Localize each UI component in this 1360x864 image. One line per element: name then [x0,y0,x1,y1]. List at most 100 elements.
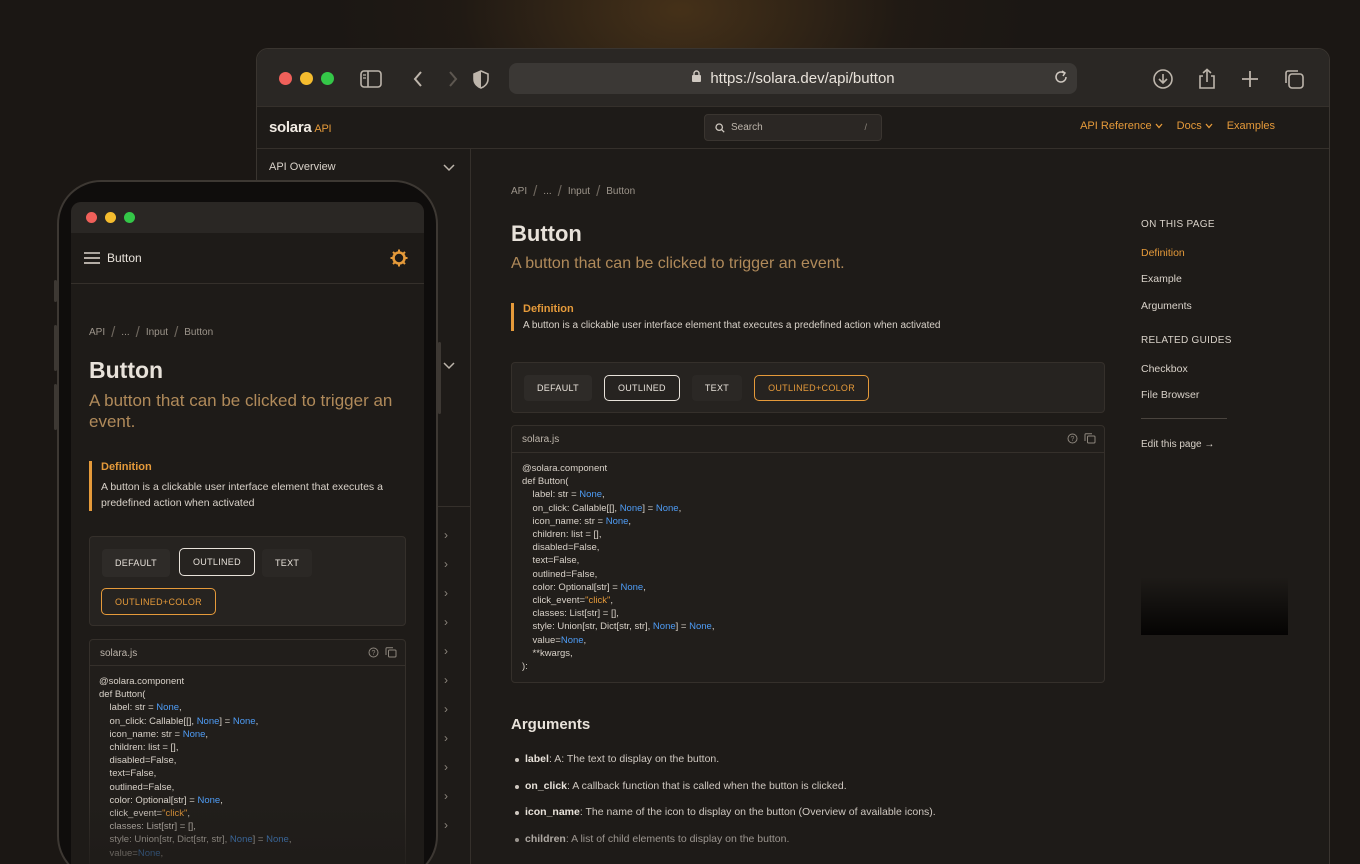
help-icon[interactable]: ? [368,647,379,661]
chevron-right-icon[interactable]: › [444,760,448,774]
outlined-button[interactable]: OUTLINED [179,548,255,576]
bullet [515,811,519,815]
list-item: on_click: A callback function that is ca… [515,780,1075,807]
argument-description: : A callback function that is called whe… [567,779,847,792]
code-filename: solara.js [100,648,138,659]
hamburger-menu-icon[interactable] [84,251,100,269]
copy-icon[interactable] [385,647,397,661]
argument-name: label [525,753,549,765]
breadcrumb-item[interactable]: ... [121,327,129,338]
copy-icon[interactable] [1084,433,1096,447]
button-demo: DEFAULT OUTLINED TEXT OUTLINED+COLOR [89,536,406,626]
breadcrumb-item[interactable]: Input [146,327,168,338]
maximize-window-button[interactable] [321,72,334,85]
chevron-right-icon[interactable]: › [444,586,448,600]
chevron-right-icon[interactable]: › [444,557,448,571]
code-header: solara.js ? [512,426,1104,453]
breadcrumb-item[interactable]: API [89,327,105,338]
chevron-down-icon[interactable] [443,359,455,373]
page-subtitle: A button that can be clicked to trigger … [511,255,845,272]
edit-page-link[interactable]: Edit this page → [1141,439,1214,450]
minimize-window-button[interactable] [105,212,116,223]
breadcrumb-item: Button [184,327,214,338]
related-item-file-browser[interactable]: File Browser [1141,389,1199,401]
phone-device: Button API / ... / Input / Button Button A … [54,180,441,864]
toc-heading: ON THIS PAGE [1141,219,1215,230]
help-icon[interactable]: ? [1067,433,1078,447]
argument-name: children [525,832,566,845]
text-button[interactable]: TEXT [691,374,743,401]
breadcrumb-separator: / [557,183,562,200]
search-input[interactable]: Search / [704,114,882,141]
argument-name: on_click [525,779,568,792]
definition-callout: Definition A button is a clickable user … [511,303,1101,331]
search-shortcut: / [864,122,867,132]
close-window-button[interactable] [279,72,292,85]
breadcrumb: API / ... / Input / Button [89,324,213,341]
maximize-window-button[interactable] [124,212,135,223]
site-logo[interactable]: solara API [269,119,332,136]
chevron-right-icon[interactable]: › [444,789,448,803]
code-content: @solara.component def Button( label: str… [522,463,715,673]
toc-item-example[interactable]: Example [1141,273,1182,285]
outlined-color-button[interactable]: OUTLINED+COLOR [754,374,870,401]
toc-item-arguments[interactable]: Arguments [1141,300,1192,312]
top-navigation: API Reference Docs Examples [1080,120,1275,132]
reload-icon[interactable] [1053,69,1069,89]
toc-ad-placeholder [1141,577,1288,635]
toc-divider [1141,418,1227,419]
sidebar-item-api-overview[interactable]: API Overview [269,161,336,173]
breadcrumb-item[interactable]: API [511,186,527,197]
chevron-right-icon[interactable]: › [444,644,448,658]
chevron-right-icon[interactable]: › [444,731,448,745]
search-icon [715,122,725,133]
phone-window-bar [71,202,424,233]
share-icon[interactable] [1195,67,1219,91]
default-button[interactable]: DEFAULT [102,549,170,577]
new-tab-icon[interactable] [1238,67,1262,91]
close-window-button[interactable] [86,212,97,223]
code-filename: solara.js [522,434,560,445]
svg-text:?: ? [372,650,376,657]
shield-icon[interactable] [469,67,493,91]
code-block: solara.js ? @solara.component def Button… [511,425,1105,683]
back-icon[interactable] [406,67,430,91]
chevron-down-icon[interactable] [443,161,455,175]
breadcrumb-separator: / [596,183,601,200]
chevron-right-icon[interactable]: › [444,702,448,716]
chevron-down-icon [1205,123,1213,129]
nav-examples[interactable]: Examples [1227,120,1275,132]
argument-description: : A list of child elements to display on… [565,832,790,845]
nav-docs[interactable]: Docs [1177,120,1213,132]
toc-item-definition[interactable]: Definition [1141,247,1185,259]
chevron-right-icon[interactable]: › [444,818,448,832]
solara-logo-icon[interactable] [390,249,408,272]
url-text: https://solara.dev/api/button [710,70,895,87]
minimize-window-button[interactable] [300,72,313,85]
chevron-right-icon[interactable]: › [444,615,448,629]
sidebar-toggle-icon[interactable] [359,67,383,91]
tabs-overview-icon[interactable] [1282,67,1306,91]
default-button[interactable]: DEFAULT [524,374,592,401]
phone-volume-up [54,325,57,371]
breadcrumb-item[interactable]: Input [568,186,590,197]
argument-description: : A: The text to display on the button. [548,753,720,765]
text-button[interactable]: TEXT [262,549,313,577]
outlined-color-button[interactable]: OUTLINED+COLOR [101,588,216,615]
chevron-right-icon[interactable]: › [444,528,448,542]
forward-icon[interactable] [441,67,465,91]
breadcrumb-item[interactable]: ... [543,186,551,197]
download-icon[interactable] [1151,67,1175,91]
chevron-right-icon[interactable]: › [444,673,448,687]
code-header: solara.js ? [90,640,405,666]
definition-callout: Definition A button is a clickable user … [89,461,399,511]
page-title: Button [511,221,582,246]
list-item: label: A: The text to display on the but… [515,753,1075,780]
related-item-checkbox[interactable]: Checkbox [1141,363,1188,375]
chevron-down-icon [1155,123,1163,129]
address-bar[interactable]: https://solara.dev/api/button [509,63,1077,94]
outlined-button[interactable]: OUTLINED [603,374,680,401]
nav-api-reference[interactable]: API Reference [1080,120,1163,132]
bottom-fade [71,802,424,864]
nav-label: Docs [1176,120,1202,132]
